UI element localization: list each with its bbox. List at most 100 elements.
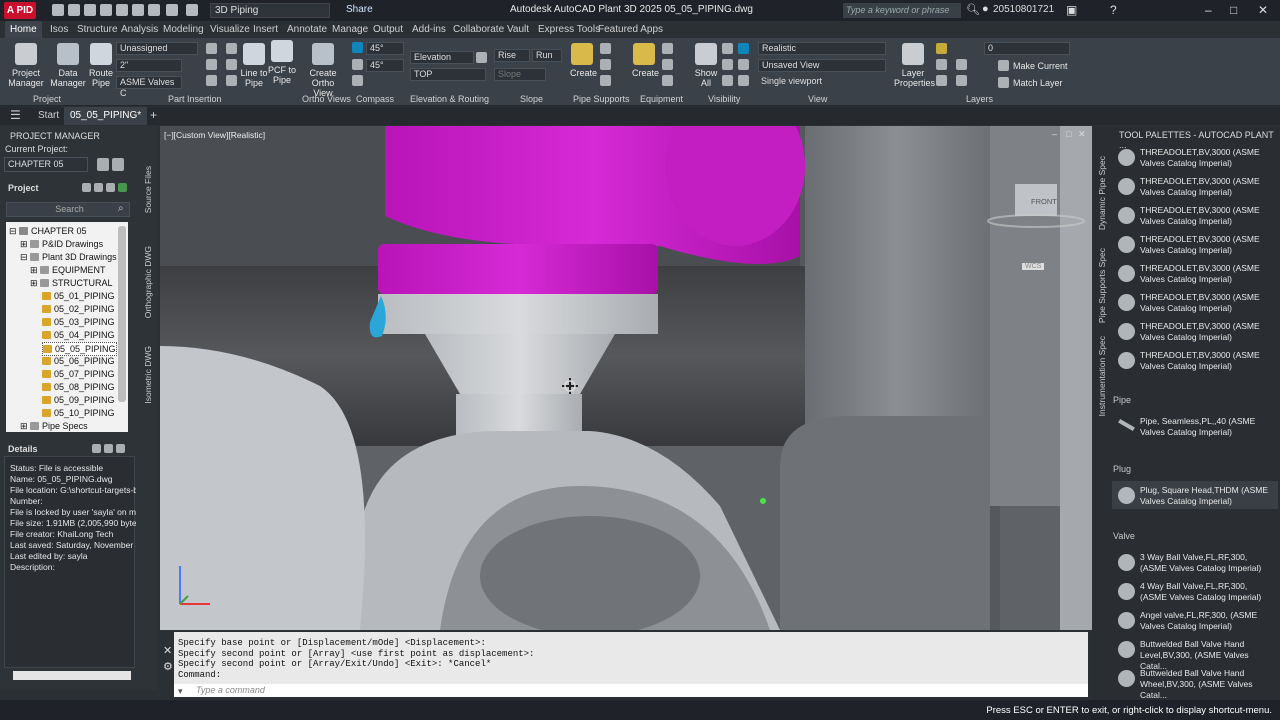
compass-icon[interactable] [352, 42, 363, 53]
tab-add-ins[interactable]: Add-ins [412, 24, 446, 35]
match-layer-icon[interactable] [998, 77, 1009, 88]
tree-node-file[interactable]: 05_02_PIPING [42, 303, 115, 315]
viewport-config-dropdown[interactable]: Single viewport [758, 76, 838, 89]
palette-item-threadolet[interactable]: THREADOLET,BV,3000 (ASME Valves Catalog … [1118, 292, 1270, 314]
layer-tool-icon[interactable] [956, 59, 967, 70]
palette-item-threadolet[interactable]: THREADOLET,BV,3000 (ASME Valves Catalog … [1118, 147, 1270, 169]
equipment-tool-icon[interactable] [662, 43, 673, 54]
menu-icon[interactable]: ☰ [10, 108, 21, 122]
save-icon[interactable] [84, 4, 96, 16]
line-to-pipe-button[interactable]: Line to Pipe [240, 43, 268, 88]
application-menu-button[interactable]: A PID [4, 2, 36, 19]
workspace-dropdown[interactable]: 3D Piping [210, 3, 330, 18]
refresh-icon[interactable] [82, 183, 91, 192]
light-bulb-icon[interactable] [936, 43, 947, 54]
layer-tool-icon[interactable] [956, 75, 967, 86]
tree-node-file[interactable]: 05_09_PIPING [42, 394, 115, 406]
spec-dropdown[interactable]: Unassigned [116, 42, 198, 55]
add-tab-icon[interactable]: + [150, 108, 157, 122]
palette-item-threadolet[interactable]: THREADOLET,BV,3000 (ASME Valves Catalog … [1118, 176, 1270, 198]
flange[interactable] [378, 244, 658, 294]
elbow-pipe[interactable] [780, 416, 990, 630]
snap-icon[interactable] [352, 59, 363, 70]
support-tool-icon[interactable] [600, 59, 611, 70]
palette-item-threadolet[interactable]: THREADOLET,BV,3000 (ASME Valves Catalog … [1118, 234, 1270, 256]
palette-item-valve[interactable]: 3 Way Ball Valve,FL,RF,300, (ASME Valves… [1118, 552, 1274, 574]
tab-dynamic-pipe-spec[interactable]: Dynamic Pipe Spec [1097, 156, 1107, 230]
share-button[interactable]: Share [346, 4, 373, 15]
tab-home[interactable]: Home [5, 21, 42, 38]
plane-dropdown[interactable]: TOP [410, 68, 486, 81]
palette-item-threadolet[interactable]: THREADOLET,BV,3000 (ASME Valves Catalog … [1118, 205, 1270, 227]
tool-icon[interactable] [206, 43, 217, 54]
match-layer-button[interactable]: Match Layer [1013, 78, 1063, 88]
tool-icon[interactable] [226, 59, 237, 70]
grip-point[interactable] [760, 498, 766, 504]
project-search-input[interactable]: Search [6, 202, 130, 217]
new-icon[interactable] [52, 4, 64, 16]
tree-node-file[interactable]: 05_01_PIPING [42, 290, 115, 302]
tab-start[interactable]: Start [38, 110, 59, 121]
make-current-icon[interactable] [998, 60, 1009, 71]
tool-icon[interactable] [206, 59, 217, 70]
tab-featured-apps[interactable]: Featured Apps [598, 24, 663, 35]
tab-source-files[interactable]: Source Files [143, 166, 153, 213]
support-tool-icon[interactable] [600, 75, 611, 86]
copy-icon[interactable] [112, 158, 124, 171]
wcs-menu[interactable]: WCS [1022, 263, 1045, 270]
tab-express-tools[interactable]: Express Tools [538, 24, 600, 35]
model-view[interactable] [160, 126, 1092, 630]
route-pipe-button[interactable]: Route Pipe [88, 43, 114, 88]
rise-field[interactable]: Rise [494, 49, 530, 62]
3d-viewport[interactable]: [−][Custom View][Realistic] FRONT WCS – … [160, 126, 1092, 630]
visual-style-dropdown[interactable]: Realistic [758, 42, 886, 55]
tool-icon[interactable] [206, 75, 217, 86]
close-icon[interactable]: ✕ [1258, 3, 1268, 17]
layer-tool-icon[interactable] [936, 59, 947, 70]
details-scrollbar[interactable] [13, 671, 131, 680]
tree-node-file[interactable]: 05_07_PIPING [42, 368, 115, 380]
tree-node-pipe-specs[interactable]: ⊞ Pipe Specs [20, 420, 88, 432]
search-icon[interactable]: ⌕ [118, 203, 124, 214]
part-dropdown[interactable]: ASME Valves C [116, 76, 182, 98]
make-current-button[interactable]: Make Current [1013, 61, 1068, 71]
current-project-dropdown[interactable]: CHAPTER 05 [4, 157, 88, 172]
layer-dropdown[interactable]: 0 [984, 42, 1070, 55]
elevation-icon[interactable] [476, 52, 487, 63]
visibility-icon[interactable] [722, 75, 733, 86]
palette-item-threadolet[interactable]: THREADOLET,BV,3000 (ASME Valves Catalog … [1118, 263, 1270, 285]
viewport-close-icon[interactable]: ✕ [1078, 129, 1086, 140]
angle-dropdown[interactable]: 45° [366, 42, 404, 55]
create-support-button[interactable]: Create [570, 43, 597, 78]
flange-lower[interactable] [378, 294, 658, 334]
project-manager-button[interactable]: Project Manager [6, 43, 46, 88]
slope-field[interactable]: Slope [494, 68, 546, 81]
tree-node-plant3d[interactable]: ⊟ Plant 3D Drawings [20, 251, 117, 263]
visibility-icon[interactable] [738, 75, 749, 86]
tree-node-equipment[interactable]: ⊞ EQUIPMENT [30, 264, 106, 276]
pcf-to-pipe-button[interactable]: PCF to Pipe [268, 40, 296, 85]
close-icon[interactable]: ✕ [163, 644, 172, 657]
tree-node-file[interactable]: 05_06_PIPING [42, 355, 115, 367]
layer-properties-button[interactable]: Layer Properties [894, 43, 935, 88]
save-as-icon[interactable] [100, 4, 112, 16]
support-tool-icon[interactable] [600, 43, 611, 54]
details-icon[interactable] [104, 444, 113, 453]
palette-item-threadolet[interactable]: THREADOLET,BV,3000 (ASME Valves Catalog … [1118, 321, 1270, 343]
user-icon[interactable]: ● [982, 3, 989, 15]
palette-item-valve[interactable]: Angel valve,FL,RF,300, (ASME Valves Cata… [1118, 610, 1274, 632]
expand-icon[interactable]: ⊞ [20, 239, 30, 249]
tree-node-structural[interactable]: ⊞ STRUCTURAL [30, 277, 113, 289]
tab-drawing-active[interactable]: 05_05_PIPING* [64, 107, 148, 125]
palette-item-plug[interactable]: Plug, Square Head,THDM (ASME Valves Cata… [1118, 485, 1272, 507]
tree-node-file-selected[interactable]: 05_05_PIPING [42, 342, 117, 356]
search-icon[interactable]: 🔍︎ [966, 3, 980, 16]
equipment-tool-icon[interactable] [662, 75, 673, 86]
open-web-icon[interactable] [116, 4, 128, 16]
user-account[interactable]: 20510801721 [993, 4, 1054, 15]
tab-analysis[interactable]: Analysis [121, 24, 158, 35]
size-dropdown[interactable]: 2" [116, 59, 182, 72]
tab-manage[interactable]: Manage [332, 24, 368, 35]
data-manager-button[interactable]: Data Manager [48, 43, 88, 88]
vertical-pipe-right[interactable] [990, 126, 1070, 506]
